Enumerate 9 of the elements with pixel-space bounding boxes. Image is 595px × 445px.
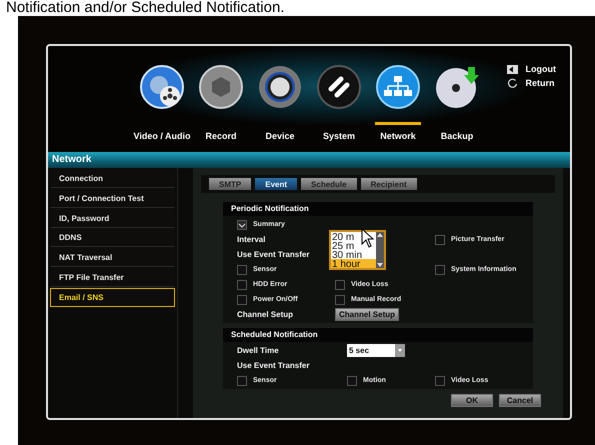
field-label: Dwell Time <box>237 346 280 355</box>
field-label: Interval <box>237 235 266 244</box>
section-title-bar: Network <box>48 152 570 168</box>
field-label: Use Event Transfer <box>237 250 310 259</box>
field-label: Channel Setup <box>237 310 294 319</box>
section-heading: Periodic Notification <box>223 202 533 216</box>
field-label: Use Event Transfer <box>237 361 310 370</box>
section-heading: Scheduled Notification <box>223 328 533 342</box>
caption-text: Notification and/or Scheduled Notification. <box>5 0 286 16</box>
